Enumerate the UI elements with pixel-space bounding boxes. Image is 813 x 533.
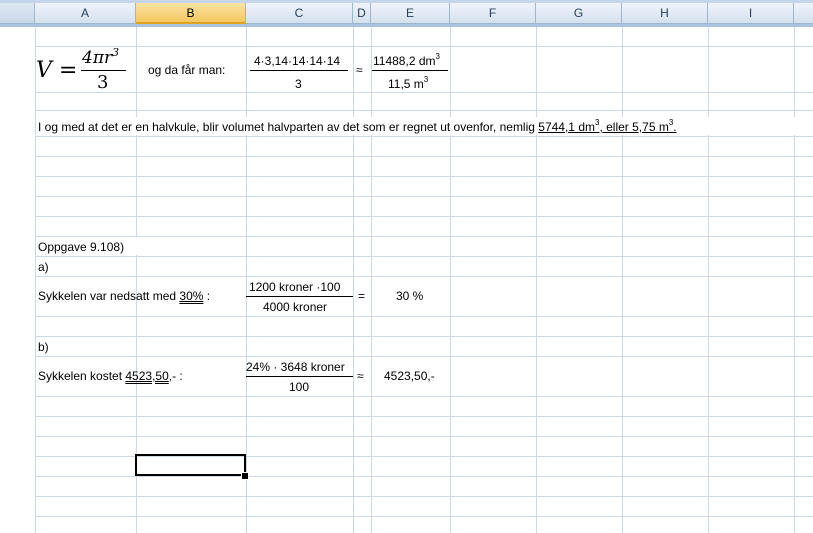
formula-fraction-bar <box>81 70 126 71</box>
c-denominator: 3 <box>295 77 302 91</box>
column-header-c[interactable]: C <box>246 3 353 24</box>
task-b-numerator: 24% · 3648 kroner <box>246 360 345 374</box>
column-header-d[interactable]: D <box>353 3 371 24</box>
task-a-denominator: 4000 kroner <box>263 300 328 314</box>
c-fraction-bar <box>250 70 348 71</box>
task-a-text: Sykkelen var nedsatt med 30% : <box>38 289 211 303</box>
column-header-f[interactable]: F <box>450 3 536 24</box>
e-numerator: 11488,2 dm3 <box>373 52 440 68</box>
e-denominator: 11,5 m3 <box>388 75 429 91</box>
row-label: og da får man: <box>148 63 226 77</box>
formula-numerator: 4πr3 <box>82 46 120 68</box>
task-b-text: Sykkelen kostet 4523,50,- : <box>38 369 183 383</box>
task-b-result: 4523,50,- <box>384 369 435 383</box>
task-b-fraction-bar <box>246 376 353 377</box>
task-a-equals: = <box>358 289 366 303</box>
select-all-corner[interactable] <box>0 3 35 24</box>
column-header-a[interactable]: A <box>35 3 136 24</box>
sentence-text: I og med at det er en halvkule, blir vol… <box>38 118 677 134</box>
task-b-label: b) <box>38 340 49 354</box>
c-numerator: 4·3,14·14·14·14 <box>254 54 341 68</box>
fill-handle[interactable] <box>241 472 249 480</box>
task-b-denominator: 100 <box>289 380 310 394</box>
task-a-fraction-bar <box>246 296 353 297</box>
column-header-next[interactable] <box>794 3 813 24</box>
formula-denominator: 3 <box>97 72 109 93</box>
column-header-e[interactable]: E <box>371 3 450 24</box>
e-fraction-bar <box>372 70 448 71</box>
column-header-g[interactable]: G <box>536 3 622 24</box>
task-a-result: 30 % <box>396 289 424 303</box>
task-b-approx: ≈ <box>357 369 364 383</box>
formula-lhs: V = <box>36 58 78 83</box>
active-cell[interactable] <box>135 454 246 476</box>
task-a-numerator: 1200 kroner ·100 <box>249 280 341 294</box>
task-heading: Oppgave 9.108) <box>38 240 125 254</box>
approx-sign: ≈ <box>356 63 363 77</box>
column-header-h[interactable]: H <box>622 3 708 24</box>
sentence-answer: 5744,1 dm3, eller 5,75 m3. <box>538 118 677 134</box>
column-header-b[interactable]: B <box>136 3 246 24</box>
task-a-label: a) <box>38 260 49 274</box>
column-header-i[interactable]: I <box>708 3 794 24</box>
